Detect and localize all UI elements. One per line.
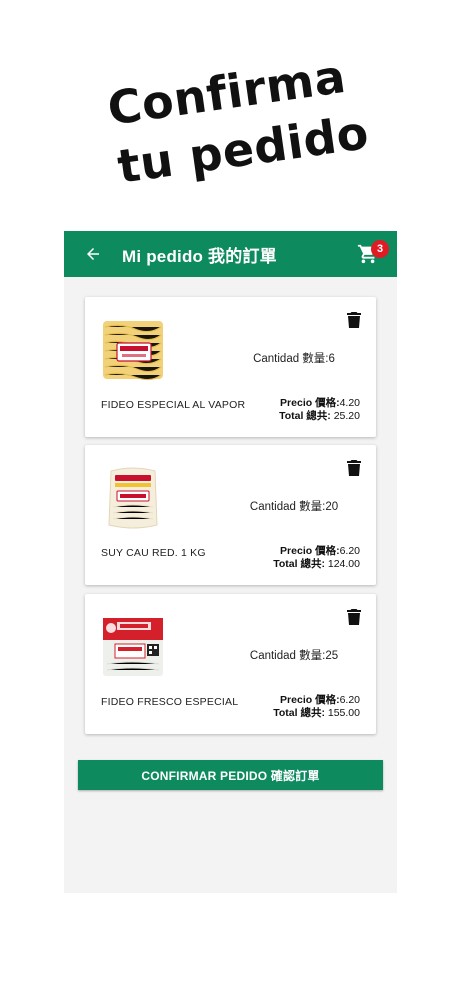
item-name: SUY CAU RED. 1 KG [101, 547, 206, 559]
price-label: Precio 價格: [280, 545, 340, 557]
total-value: 124.00 [324, 558, 360, 570]
total-label: Total 總共: [273, 558, 325, 570]
app-bar: Mi pedido 我的訂單 3 [64, 231, 397, 277]
product-image [101, 465, 165, 531]
item-name: FIDEO FRESCO ESPECIAL [101, 696, 239, 708]
item-price-block: Precio 價格:6.20 Total 總共: 155.00 [273, 694, 360, 720]
arrow-left-icon [87, 248, 99, 260]
page-title: Mi pedido 我的訂單 [122, 246, 277, 266]
product-image [101, 317, 165, 383]
trash-icon[interactable] [346, 608, 362, 626]
price-label: Precio 價格: [280, 397, 340, 409]
promo-banner: Confirma tu pedido [0, 0, 460, 231]
cart-item-card: Cantidad 數量:25 FIDEO FRESCO ESPECIAL Pre… [85, 594, 376, 734]
product-image [101, 614, 165, 680]
trash-icon[interactable] [346, 311, 362, 329]
cart-item-card: Cantidad 數量:6 FIDEO ESPECIAL AL VAPOR Pr… [85, 297, 376, 437]
item-price-block: Precio 價格:4.20 Total 總共: 25.20 [279, 397, 360, 423]
confirm-order-button[interactable]: CONFIRMAR PEDIDO 確認訂單 [78, 760, 383, 790]
total-value: 155.00 [324, 707, 360, 719]
price-label: Precio 價格: [280, 694, 340, 706]
total-label: Total 總共: [279, 410, 331, 422]
total-value: 25.20 [330, 410, 360, 422]
back-button[interactable] [78, 239, 108, 269]
cart-item-card: Cantidad 數量:20 SUY CAU RED. 1 KG Precio … [85, 445, 376, 585]
item-quantity: Cantidad 數量:20 [249, 501, 339, 513]
price-value: 4.20 [339, 397, 360, 409]
item-quantity: Cantidad 數量:6 [253, 353, 335, 365]
cart-button[interactable]: 3 [353, 239, 389, 269]
item-name: FIDEO ESPECIAL AL VAPOR [101, 399, 246, 411]
total-label: Total 總共: [273, 707, 325, 719]
item-quantity: Cantidad 數量:25 [249, 650, 339, 662]
price-value: 6.20 [339, 694, 360, 706]
item-price-block: Precio 價格:6.20 Total 總共: 124.00 [273, 545, 360, 571]
cart-count-badge: 3 [371, 240, 389, 258]
price-value: 6.20 [339, 545, 360, 557]
app-screen: Mi pedido 我的訂單 3 Cantidad 數量:6 FIDEO ESP… [64, 231, 397, 893]
trash-icon[interactable] [346, 459, 362, 477]
